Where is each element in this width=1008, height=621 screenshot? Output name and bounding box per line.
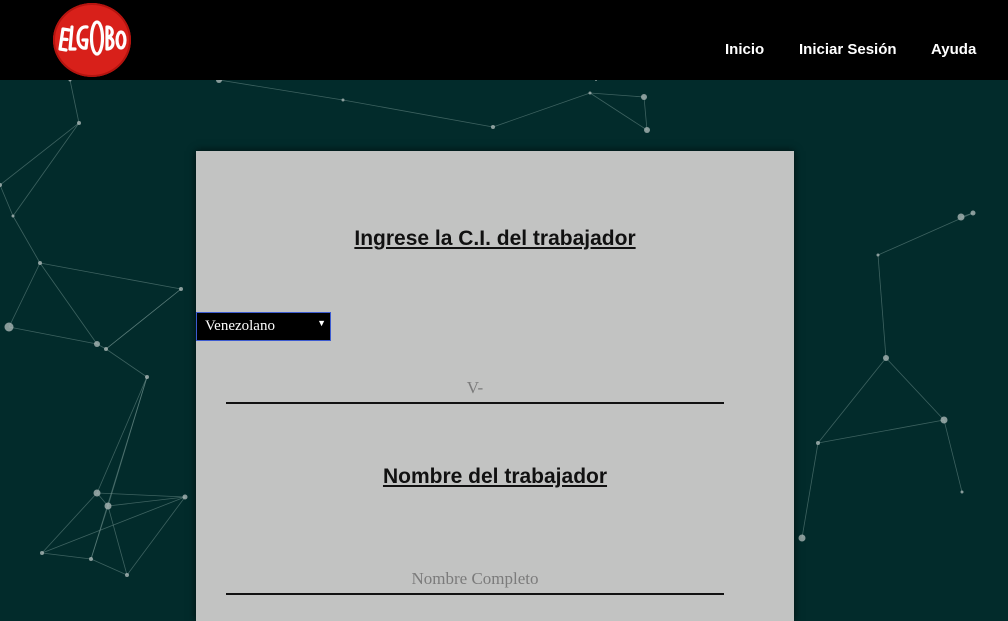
network-node <box>798 534 806 542</box>
network-node <box>940 416 948 424</box>
network-node <box>104 347 108 351</box>
network-node <box>876 253 880 257</box>
network-edge <box>12 215 41 264</box>
network-node <box>644 127 650 133</box>
network-node <box>588 91 592 95</box>
network-edge <box>885 357 945 421</box>
network-node <box>641 94 647 100</box>
network-node <box>38 261 42 265</box>
network-edge <box>39 262 182 290</box>
network-node <box>182 494 188 500</box>
network-node <box>93 489 101 497</box>
network-node <box>883 355 889 361</box>
network-edge <box>90 558 128 576</box>
network-node <box>94 341 100 347</box>
network-edge <box>877 254 887 359</box>
network-node <box>957 213 965 221</box>
network-node <box>89 557 93 561</box>
nav-inicio-link[interactable]: Inicio <box>725 41 764 58</box>
network-node <box>816 441 820 445</box>
nationality-select[interactable]: Venezolano ▼ <box>196 312 331 341</box>
ci-section-title: Ingrese la C.I. del trabajador <box>354 227 636 250</box>
el-globo-logo[interactable] <box>53 3 131 77</box>
nav-ayuda-link[interactable]: Ayuda <box>931 41 976 58</box>
network-edge <box>342 99 494 128</box>
network-node <box>4 322 14 332</box>
network-edge <box>107 505 128 576</box>
network-node <box>179 287 183 291</box>
network-edge <box>0 122 80 186</box>
network-node <box>491 125 495 129</box>
network-node <box>40 551 44 555</box>
network-edge <box>817 357 887 444</box>
network-edge <box>90 376 148 560</box>
network-edge <box>41 492 98 554</box>
network-node <box>11 214 15 218</box>
network-node <box>970 210 976 216</box>
dropdown-arrow-icon: ▼ <box>317 318 326 328</box>
network-edge <box>8 262 41 328</box>
nationality-selected-value: Venezolano <box>205 318 275 334</box>
network-edge <box>801 442 819 539</box>
top-navigation-bar: Inicio Iniciar Sesión Ayuda <box>0 0 1008 80</box>
network-node <box>341 98 345 102</box>
network-edge <box>643 96 648 131</box>
network-edge <box>492 92 591 128</box>
network-edge <box>41 552 92 560</box>
nav-iniciar-sesion-link[interactable]: Iniciar Sesión <box>799 41 897 58</box>
network-node <box>104 502 112 510</box>
network-edge <box>12 122 80 217</box>
worker-form-card: Ingrese la C.I. del trabajador Venezolan… <box>196 151 794 621</box>
network-edge <box>39 262 98 345</box>
ci-input[interactable] <box>226 374 724 404</box>
network-edge <box>105 348 148 378</box>
network-node <box>77 121 81 125</box>
network-node <box>960 490 964 494</box>
full-name-input[interactable] <box>226 565 724 595</box>
network-edge <box>817 419 945 444</box>
network-edge <box>8 326 98 345</box>
network-edge <box>69 79 80 124</box>
network-edge <box>589 92 648 131</box>
network-node <box>145 375 149 379</box>
network-edge <box>943 419 963 493</box>
name-section-title: Nombre del trabajador <box>382 465 608 488</box>
network-edge <box>218 79 344 101</box>
network-edge <box>589 92 645 98</box>
network-edge <box>0 184 14 217</box>
network-node <box>125 573 129 577</box>
network-edge <box>96 376 148 494</box>
network-edge <box>105 288 182 350</box>
